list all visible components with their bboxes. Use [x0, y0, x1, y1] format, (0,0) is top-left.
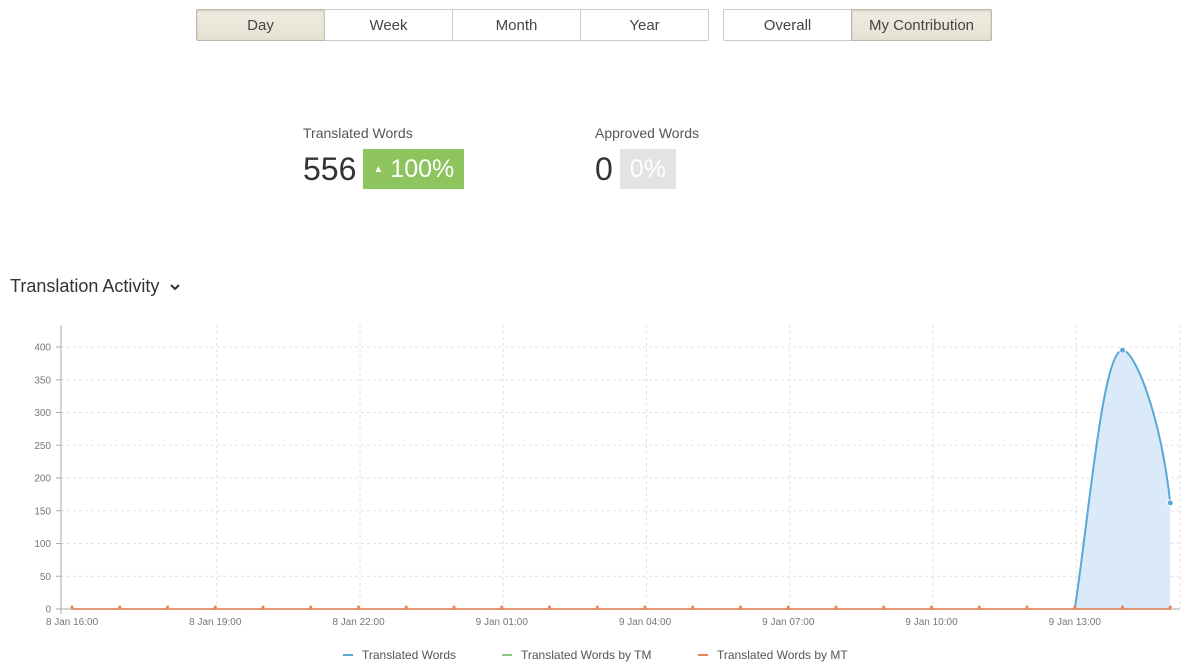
data-point-marker-mt	[691, 605, 695, 609]
translated-words-value: 556	[303, 151, 357, 187]
data-point-marker-mt	[213, 605, 217, 609]
data-point-marker-mt	[70, 605, 74, 609]
y-tick-label: 0	[45, 605, 51, 616]
tab-month[interactable]: Month	[452, 9, 581, 41]
series-area-translated-words	[1074, 350, 1171, 609]
data-point-translated-words	[1166, 499, 1174, 507]
data-point-marker-mt	[166, 605, 169, 609]
legend-label-translated-words-by-mt: Translated Words by MT	[717, 648, 848, 662]
data-point-marker-mt	[834, 605, 838, 609]
chevron-down-icon	[170, 283, 181, 290]
tab-my-contribution[interactable]: My Contribution	[851, 9, 992, 41]
data-point-marker-mt	[977, 605, 981, 609]
x-tick-label: 9 Jan 07:00	[762, 617, 815, 628]
tab-year[interactable]: Year	[580, 9, 709, 41]
y-tick-label: 250	[34, 441, 51, 452]
legend-item-translated-words-by-mt[interactable]: Translated Words by MT	[698, 648, 848, 662]
legend-swatch-translated-words-by-mt	[698, 654, 708, 656]
translated-words-label: Translated Words	[303, 125, 413, 141]
data-point-marker-mt	[261, 605, 265, 609]
y-tick-label: 100	[34, 539, 51, 550]
legend-item-translated-words[interactable]: Translated Words	[343, 648, 456, 662]
data-point-marker-mt	[1025, 605, 1029, 609]
data-point-marker-mt	[739, 605, 742, 609]
data-point-marker-mt	[595, 605, 599, 609]
data-point-marker-mt	[1168, 605, 1172, 609]
x-tick-label: 9 Jan 10:00	[905, 617, 958, 628]
tab-day[interactable]: Day	[196, 9, 325, 41]
y-tick-label: 400	[34, 343, 51, 354]
data-point-marker-mt	[882, 605, 886, 609]
translated-change-value: 100%	[390, 154, 455, 183]
legend-item-translated-words-by-tm[interactable]: Translated Words by TM	[502, 648, 652, 662]
data-point-marker-mt	[500, 605, 504, 609]
y-tick-label: 50	[40, 572, 52, 583]
data-point-marker-mt	[1121, 605, 1124, 609]
translation-activity-title: Translation Activity	[10, 276, 160, 296]
y-tick-label: 150	[34, 506, 51, 517]
data-point-marker-mt	[1073, 605, 1077, 609]
data-point-marker-mt	[118, 605, 122, 609]
data-point-marker-mt	[930, 605, 933, 609]
legend-swatch-translated-words	[343, 654, 353, 656]
trend-up-icon: ▲	[373, 163, 384, 175]
data-point-marker-mt	[786, 605, 790, 609]
tab-overall[interactable]: Overall	[723, 9, 852, 41]
x-tick-label: 9 Jan 04:00	[619, 617, 672, 628]
translation-activity-chart: 0 50 100 150 200 250 300 350 400 8 Jan 16:00 8 Jan…	[34, 325, 1181, 628]
x-tick-label: 9 Jan 13:00	[1049, 617, 1102, 628]
data-point-marker-mt	[548, 605, 551, 609]
translation-activity-dropdown[interactable]: Translation Activity	[10, 276, 181, 297]
x-tick-label: 8 Jan 16:00	[46, 617, 99, 628]
approved-change-badge: 0%	[619, 149, 676, 189]
data-point-marker-mt	[643, 605, 647, 609]
tab-week[interactable]: Week	[324, 9, 453, 41]
y-tick-label: 300	[34, 408, 51, 419]
approved-words-value: 0	[595, 151, 613, 187]
translated-change-badge: ▲ 100%	[363, 149, 465, 189]
period-tab-group: Day Week Month Year	[196, 9, 709, 41]
data-point-translated-words	[1119, 346, 1126, 354]
translated-words-stat: Translated Words 556 ▲ 100%	[303, 125, 465, 189]
legend-label-translated-words-by-tm: Translated Words by TM	[521, 648, 652, 662]
y-tick-label: 350	[34, 375, 51, 386]
data-point-marker-mt	[452, 605, 456, 609]
data-point-marker-mt	[357, 605, 360, 609]
data-point-marker-mt	[309, 605, 313, 609]
legend-swatch-translated-words-by-tm	[502, 654, 512, 656]
data-point-marker-mt	[404, 605, 408, 609]
x-tick-label: 8 Jan 19:00	[189, 617, 242, 628]
x-tick-label: 9 Jan 01:00	[476, 617, 529, 628]
legend-label-translated-words: Translated Words	[362, 648, 457, 662]
approved-words-label: Approved Words	[595, 125, 700, 141]
x-tick-label: 8 Jan 22:00	[332, 617, 385, 628]
scope-tab-group: Overall My Contribution	[723, 9, 992, 41]
y-tick-label: 200	[34, 474, 51, 485]
approved-words-stat: Approved Words 0 0%	[595, 125, 699, 189]
approved-change-value: 0%	[629, 154, 666, 183]
